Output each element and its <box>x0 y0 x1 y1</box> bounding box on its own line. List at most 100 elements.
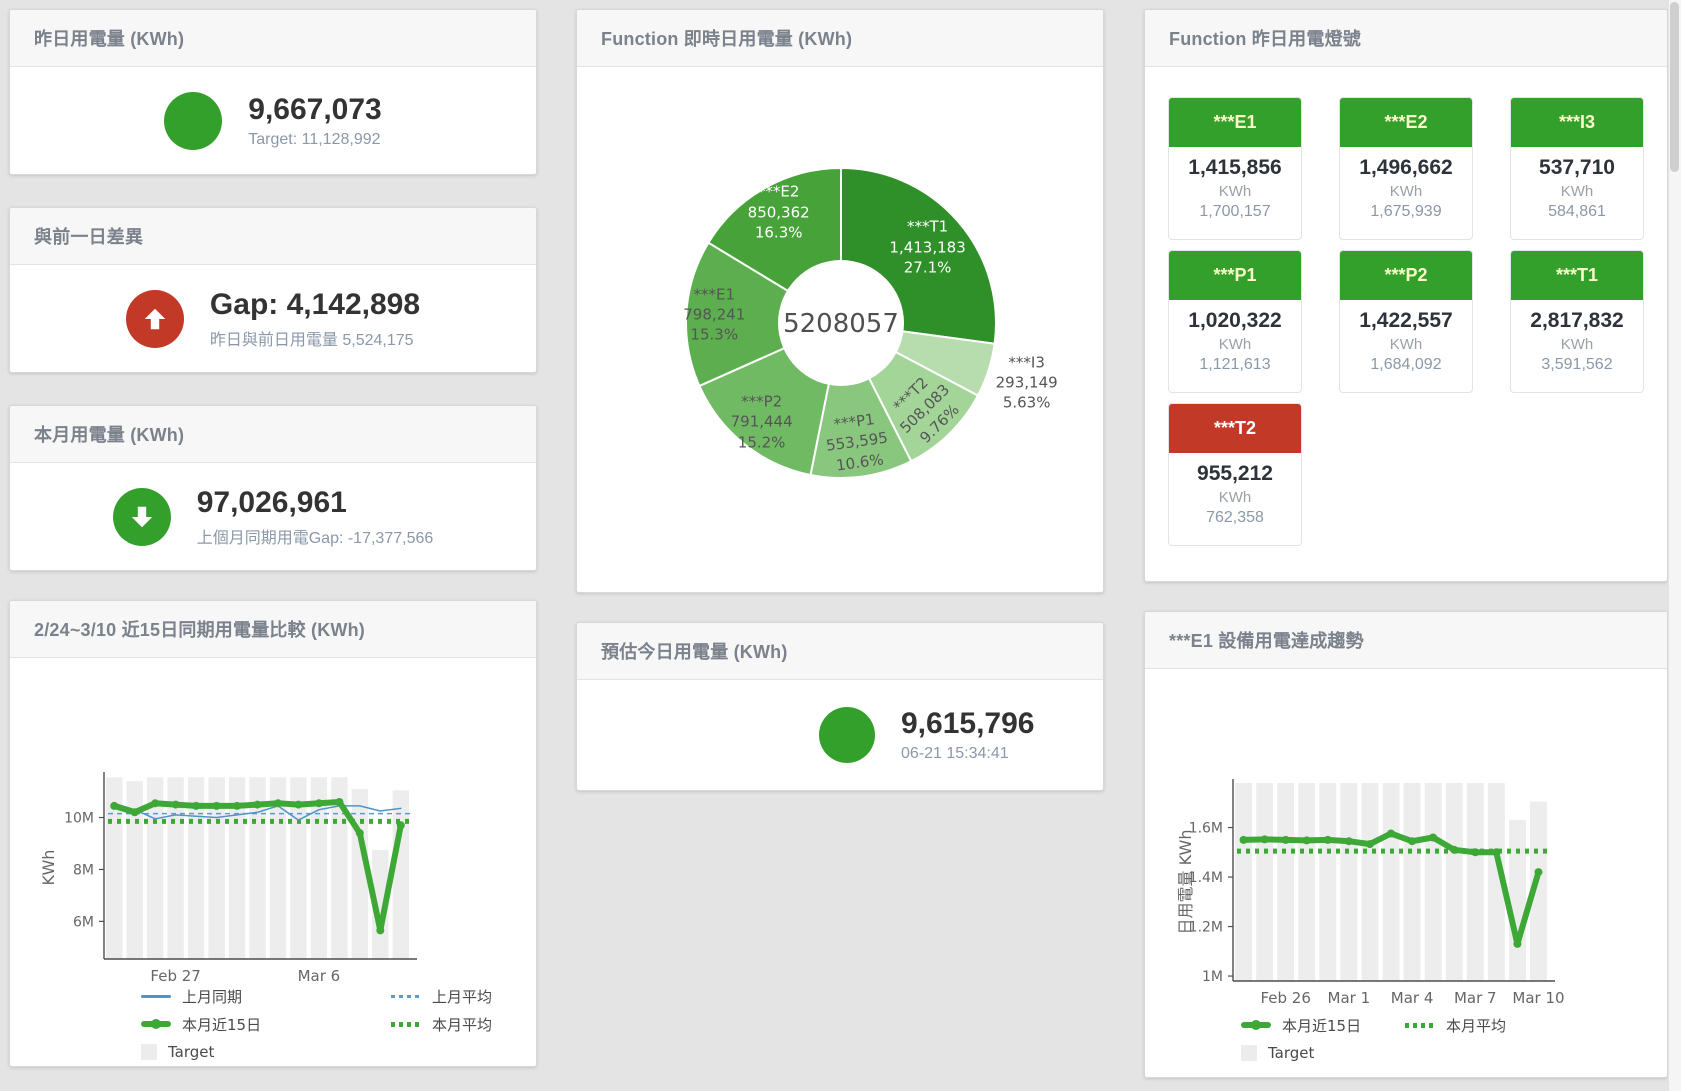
scrollbar-track[interactable] <box>1668 0 1681 1091</box>
legend-label: 本月近15日 <box>1282 1015 1361 1036</box>
series-marker <box>213 802 221 810</box>
yesterday-usage-target: Target: 11,128,992 <box>248 131 381 149</box>
status-tile: ***E11,415,856KWh1,700,157 <box>1168 97 1302 240</box>
yesterday-lights-card: Function 昨日用電燈號 ***E11,415,856KWh1,700,1… <box>1144 9 1668 582</box>
series-marker <box>1408 837 1416 845</box>
legend-label: Target <box>1268 1044 1314 1062</box>
series-marker <box>192 802 200 810</box>
tile-unit: KWh <box>1511 336 1643 353</box>
target-bar <box>1362 783 1379 981</box>
card-title: 昨日用電量 (KWh) <box>10 10 536 67</box>
legend-item[interactable]: 上月平均 <box>391 985 641 1007</box>
tile-value: 1,422,557 <box>1340 309 1472 333</box>
tile-unit: KWh <box>1340 336 1472 353</box>
legend-item[interactable]: 本月平均 <box>1405 1014 1569 1036</box>
x-tick-label: Mar 4 <box>1391 989 1434 1007</box>
up-arrow-icon <box>126 290 184 348</box>
month-usage-value: 97,026,961 <box>197 486 434 519</box>
tile-target-value: 1,675,939 <box>1340 203 1472 221</box>
tile-value: 2,817,832 <box>1511 309 1643 333</box>
series-marker <box>1303 836 1311 844</box>
legend-swatch <box>391 1022 421 1027</box>
legend-marker-dot <box>1251 1020 1261 1030</box>
status-tile-grid: ***E11,415,856KWh1,700,157***E21,496,662… <box>1145 66 1667 581</box>
yesterday-usage-card: 昨日用電量 (KWh) 9,667,073 Target: 11,128,992 <box>9 9 537 175</box>
tile-target-value: 3,591,562 <box>1511 356 1643 374</box>
estimate-today-value: 9,615,796 <box>901 707 1034 740</box>
tile-value: 955,212 <box>1169 462 1301 486</box>
legend-item[interactable]: Target <box>141 1041 391 1063</box>
scrollbar-thumb[interactable] <box>1670 2 1679 172</box>
target-bar <box>1298 783 1315 981</box>
x-tick-label: Mar 6 <box>298 967 341 985</box>
x-tick-label: Feb 26 <box>1260 989 1310 1007</box>
series-marker <box>397 821 405 829</box>
yesterday-usage-value: 9,667,073 <box>248 93 381 126</box>
realtime-donut-card: Function 即時日用電量 (KWh) 5208057***T11,413,… <box>576 9 1104 593</box>
tile-target-value: 1,121,613 <box>1169 356 1301 374</box>
series-marker <box>274 799 282 807</box>
chart-legend-row: Target <box>1241 1042 1405 1064</box>
x-tick-label: Mar 7 <box>1454 989 1497 1007</box>
status-tile-header: ***T1 <box>1511 251 1643 300</box>
series-marker <box>1261 835 1269 843</box>
status-tile-header: ***T2 <box>1169 404 1301 453</box>
estimate-today-body: 9,615,796 06-21 15:34:41 <box>577 680 1103 790</box>
target-bar <box>1425 783 1442 981</box>
y-axis-title: 日用電量 KWh <box>1176 830 1195 935</box>
legend-swatch <box>141 1044 157 1060</box>
series-marker <box>356 829 364 837</box>
series-marker <box>1366 840 1374 848</box>
target-bar <box>1319 783 1336 981</box>
card-title: 本月用電量 (KWh) <box>10 406 536 463</box>
legend-swatch <box>391 995 421 998</box>
card-title: 預估今日用電量 (KWh) <box>577 623 1103 680</box>
tile-value: 537,710 <box>1511 156 1643 180</box>
y-tick-label: 10M <box>64 811 94 827</box>
legend-label: 本月平均 <box>432 1014 492 1035</box>
series-marker <box>315 799 323 807</box>
estimate-today-card: 預估今日用電量 (KWh) 9,615,796 06-21 15:34:41 <box>576 622 1104 791</box>
series-marker <box>1513 940 1521 948</box>
tile-target-value: 1,700,157 <box>1169 203 1301 221</box>
y-axis-title: KWh <box>39 850 58 886</box>
tile-unit: KWh <box>1169 336 1301 353</box>
series-marker <box>1345 837 1353 845</box>
target-bar <box>1467 783 1484 981</box>
series-marker <box>110 802 118 810</box>
chart-legend-row: Target <box>141 1041 391 1063</box>
legend-item[interactable]: 本月近15日 <box>1241 1014 1405 1036</box>
day-gap-value: Gap: 4,142,898 <box>210 288 420 321</box>
target-bar <box>1277 783 1294 981</box>
target-bar <box>1235 783 1252 981</box>
series-marker <box>1450 846 1458 854</box>
tile-unit: KWh <box>1169 183 1301 200</box>
status-tile: ***P21,422,557KWh1,684,092 <box>1339 250 1473 393</box>
legend-swatch <box>1405 1023 1435 1028</box>
legend-item[interactable]: Target <box>1241 1042 1405 1064</box>
y-tick-label: 6M <box>73 914 94 930</box>
legend-item[interactable]: 上月同期 <box>141 985 391 1007</box>
tile-unit: KWh <box>1340 183 1472 200</box>
series-marker <box>233 802 241 810</box>
legend-swatch <box>1241 1022 1271 1028</box>
tile-value: 1,020,322 <box>1169 309 1301 333</box>
series-marker <box>131 808 139 816</box>
x-tick-label: Feb 27 <box>150 967 200 985</box>
month-usage-body: 97,026,961 上個月同期用電Gap: -17,377,566 <box>10 463 536 570</box>
status-tile-header: ***E2 <box>1340 98 1472 147</box>
series-marker <box>376 926 384 934</box>
legend-label: 本月近15日 <box>182 1014 261 1035</box>
legend-item[interactable]: 本月近15日 <box>141 1013 391 1035</box>
tile-target-value: 584,861 <box>1511 203 1643 221</box>
month-usage-subtitle: 上個月同期用電Gap: -17,377,566 <box>197 524 434 548</box>
legend-label: Target <box>168 1043 214 1061</box>
legend-item[interactable]: 本月平均 <box>391 1013 641 1035</box>
x-tick-label: Mar 1 <box>1328 989 1371 1007</box>
series-marker <box>1535 868 1543 876</box>
series-marker <box>1387 830 1395 838</box>
estimate-today-time: 06-21 15:34:41 <box>901 745 1034 763</box>
series-marker <box>1492 848 1500 856</box>
status-tile: ***T1 2,817,832 KWh 3,591,562 <box>1510 250 1644 393</box>
chart-legend-row: 本月近15日 本月平均 <box>141 1013 641 1035</box>
